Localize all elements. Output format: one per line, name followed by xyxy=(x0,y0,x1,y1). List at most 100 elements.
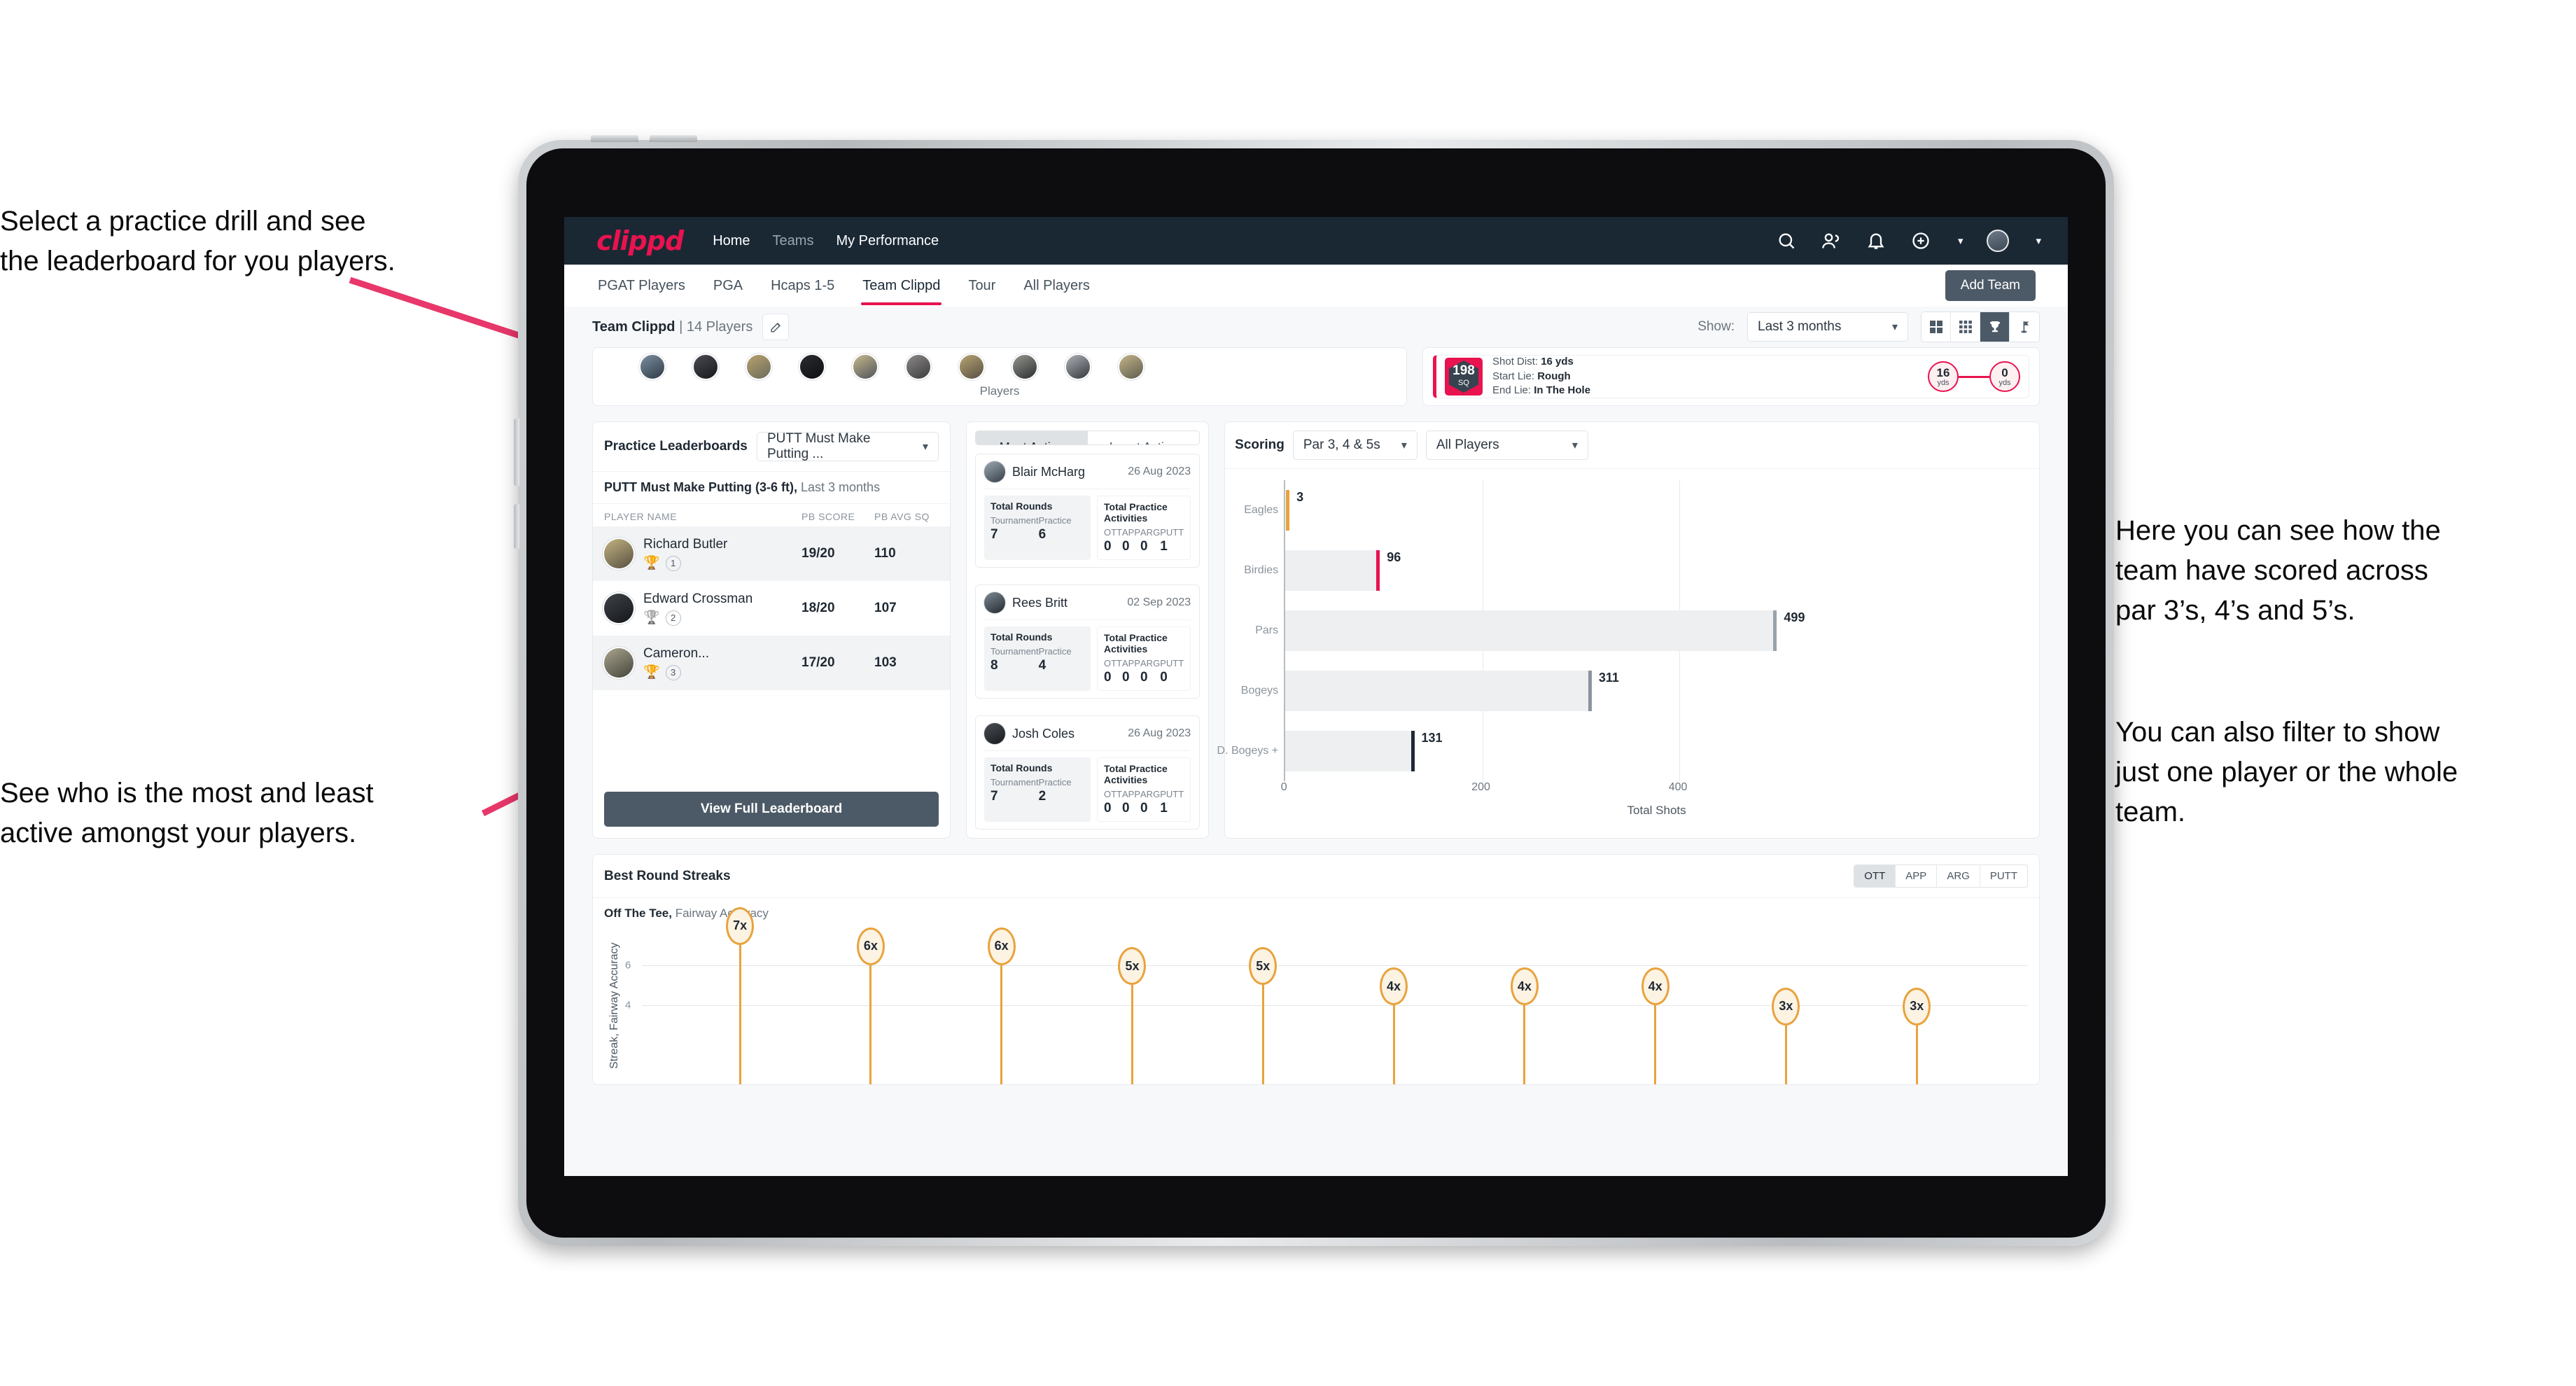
activity-card: Most Active Least Active Blair McHarg 26… xyxy=(966,421,1210,839)
player-cell: Edward Crossman 🏆 2 xyxy=(643,592,802,626)
par-select[interactable]: Par 3, 4 & 5s ▾ xyxy=(1292,430,1418,460)
player-filter-select[interactable]: All Players ▾ xyxy=(1425,430,1588,460)
distance-connector xyxy=(1959,375,1989,378)
streaks-plot-area: Streak, Fairway Accuracy 4 6 7x 6x 6x 5x 5x 4x 4… xyxy=(608,906,2028,1084)
pb-avg-sq: 103 xyxy=(874,655,897,670)
tab-least-active[interactable]: Least Active xyxy=(1088,431,1200,444)
tab-most-active[interactable]: Most Active xyxy=(976,431,1088,444)
avatar-chevron-down-icon[interactable]: ▾ xyxy=(2036,234,2041,247)
drill-select[interactable]: PUTT Must Make Putting ... ▾ xyxy=(757,431,939,461)
streak-marker[interactable]: 6x xyxy=(987,927,1016,965)
hexagon-icon: 198 SQ xyxy=(1449,360,1478,393)
bar-category-label: Birdies xyxy=(1244,564,1279,576)
team-label: Team Clippd | 14 Players xyxy=(592,319,752,335)
add-team-button[interactable]: Add Team xyxy=(1945,270,2036,301)
view-full-leaderboard-button[interactable]: View Full Leaderboard xyxy=(604,792,939,827)
app-screen: clippd Home Teams My Performance ▾ ▾ PGA… xyxy=(564,217,2068,1176)
tab-team-clippd[interactable]: Team Clippd xyxy=(861,267,942,305)
avatar[interactable] xyxy=(958,354,985,380)
list-item[interactable]: Josh Coles 26 Aug 2023 Total Rounds Tour… xyxy=(975,715,1200,830)
tab-pga[interactable]: PGA xyxy=(712,267,744,305)
table-row[interactable]: Edward Crossman 🏆 2 18/20 107 xyxy=(593,581,950,636)
player-cell: Cameron... 🏆 3 xyxy=(643,646,802,680)
par-select-value: Par 3, 4 & 5s xyxy=(1303,438,1380,452)
avatar[interactable] xyxy=(852,354,878,380)
list-item[interactable]: Rees Britt 02 Sep 2023 Total Rounds Tour… xyxy=(975,584,1200,699)
trophy-icon: 🏆 xyxy=(643,556,660,570)
plus-circle-icon[interactable] xyxy=(1910,230,1931,251)
streak-marker[interactable]: 4x xyxy=(1641,967,1670,1005)
clippd-logo[interactable]: clippd xyxy=(596,225,684,256)
table-row[interactable]: Richard Butler 🏆 1 19/20 110 xyxy=(593,526,950,581)
plus-chevron-down-icon[interactable]: ▾ xyxy=(1958,234,1963,247)
avatar[interactable] xyxy=(905,354,932,380)
date-range-select[interactable]: Last 3 months ▾ xyxy=(1747,312,1908,342)
trophy-icon: 🏆 xyxy=(643,610,660,625)
stem xyxy=(738,944,741,1084)
list-item[interactable]: Blair McHarg 26 Aug 2023 Total Rounds To… xyxy=(975,454,1200,568)
activity-header: Rees Britt 02 Sep 2023 xyxy=(984,592,1191,620)
streak-marker[interactable]: 5x xyxy=(1249,947,1278,986)
y-tick: 6 xyxy=(625,959,631,971)
nav-link-home[interactable]: Home xyxy=(713,233,750,249)
bar: 96 xyxy=(1285,550,1401,591)
avatar[interactable] xyxy=(692,354,719,380)
streak-marker[interactable]: 4x xyxy=(1510,967,1539,1005)
shot-row[interactable]: 198 SQ Shot Dist: 16 yds Start Lie: Roug… xyxy=(1433,355,2029,398)
tab-tour[interactable]: Tour xyxy=(967,267,997,305)
avatar[interactable] xyxy=(639,354,666,380)
volume-down-button[interactable] xyxy=(650,135,697,142)
trophy-icon[interactable] xyxy=(1980,312,2010,342)
bar-tip xyxy=(1588,671,1592,711)
flag-icon[interactable] xyxy=(2010,312,2039,342)
avatar[interactable] xyxy=(799,354,825,380)
streak-marker[interactable]: 3x xyxy=(1772,987,1800,1026)
tab-all-players[interactable]: All Players xyxy=(1022,267,1091,305)
tab-ott[interactable]: OTT xyxy=(1854,865,1896,887)
x-tick: 400 xyxy=(1668,781,1688,793)
side-button-1[interactable] xyxy=(514,419,519,486)
streak-marker[interactable]: 3x xyxy=(1903,987,1931,1026)
bar-value-label: 96 xyxy=(1387,550,1401,564)
activity-header: Josh Coles 26 Aug 2023 xyxy=(984,723,1191,751)
activity-date: 26 Aug 2023 xyxy=(1128,727,1191,739)
avatar[interactable] xyxy=(1118,354,1144,380)
scoring-card: Scoring Par 3, 4 & 5s ▾ All Players ▾ Ea… xyxy=(1217,421,2040,839)
col-pb-avg-sq: PB AVG SQ xyxy=(874,511,930,522)
grid-4-icon[interactable] xyxy=(1921,312,1951,342)
team-name: Team Clippd xyxy=(592,318,676,335)
tab-app[interactable]: APP xyxy=(1896,865,1938,887)
streak-marker[interactable]: 4x xyxy=(1380,967,1408,1005)
nav-link-teams[interactable]: Teams xyxy=(773,233,814,249)
practice-leaderboards-header: Practice Leaderboards PUTT Must Make Put… xyxy=(593,422,950,472)
avatar[interactable] xyxy=(1065,354,1091,380)
tab-arg[interactable]: ARG xyxy=(1937,865,1980,887)
tab-hcaps-1-5[interactable]: Hcaps 1-5 xyxy=(769,267,836,305)
side-button-2[interactable] xyxy=(514,504,519,549)
streak-marker[interactable]: 5x xyxy=(1118,947,1147,986)
avatar[interactable] xyxy=(746,354,772,380)
search-icon[interactable] xyxy=(1776,230,1797,251)
tab-pgat-players[interactable]: PGAT Players xyxy=(596,267,687,305)
avatar xyxy=(984,461,1005,482)
scoring-chart: Eagles 3 Birdies 96 Pars 499 Bogeys 311 D. Bogey… xyxy=(1217,469,2039,830)
bar-category-label: D. Bogeys + xyxy=(1217,745,1279,757)
total-practice-box: Total Practice Activities OTT 0 APP 0 ARG 0… xyxy=(1097,496,1191,560)
table-row[interactable]: Cameron... 🏆 3 17/20 103 xyxy=(593,636,950,690)
pencil-icon[interactable] xyxy=(762,314,790,340)
bell-icon[interactable] xyxy=(1865,230,1886,251)
chevron-down-icon: ▾ xyxy=(922,441,928,453)
avatar[interactable] xyxy=(1011,354,1038,380)
people-icon[interactable] xyxy=(1821,230,1842,251)
avatar[interactable] xyxy=(1987,230,2010,252)
tab-putt[interactable]: PUTT xyxy=(1980,865,2027,887)
streaks-segmented-control: OTT APP ARG PUTT xyxy=(1854,864,2028,888)
streak-marker[interactable]: 7x xyxy=(726,906,755,945)
nav-link-my-performance[interactable]: My Performance xyxy=(836,233,939,249)
stem xyxy=(1523,1005,1526,1084)
grid-9-icon[interactable] xyxy=(1951,312,1980,342)
avatar xyxy=(604,594,634,623)
streak-marker[interactable]: 6x xyxy=(856,927,885,965)
player-badges: 🏆 3 xyxy=(643,664,802,680)
volume-up-button[interactable] xyxy=(591,135,638,142)
